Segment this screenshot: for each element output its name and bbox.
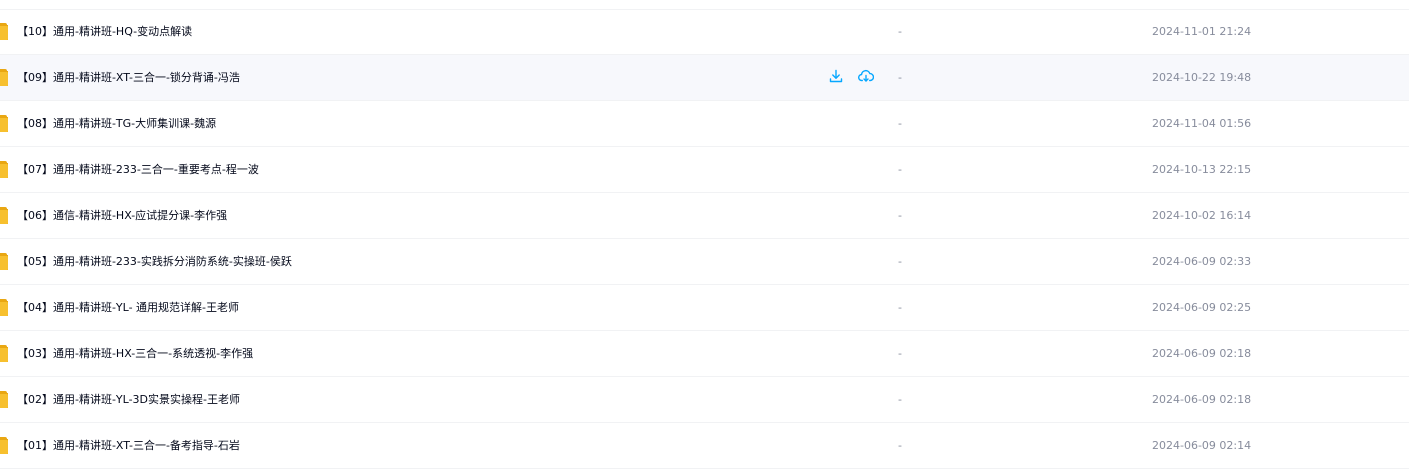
file-size: - — [898, 117, 902, 130]
folder-icon — [0, 69, 8, 86]
file-size: - — [898, 71, 902, 84]
file-name[interactable]: 【08】通用-精讲班-TG-大师集训课-魏源 — [17, 101, 216, 146]
download-icon — [829, 69, 843, 83]
file-modified-date: 2024-06-09 02:18 — [1152, 347, 1252, 360]
file-name[interactable]: 【02】通用-精讲班-YL-3D实景实操程-王老师 — [17, 377, 240, 422]
file-size: - — [898, 163, 902, 176]
file-size: - — [898, 301, 902, 314]
file-name[interactable]: 【09】通用-精讲班-XT-三合一-锁分背诵-冯浩 — [17, 55, 240, 100]
file-modified-date: 2024-10-13 22:15 — [1152, 163, 1252, 176]
file-row[interactable]: 【07】通用-精讲班-233-三合一-重要考点-程一波 - 2024-10-13… — [0, 147, 1409, 193]
file-name[interactable]: 【05】通用-精讲班-233-实践拆分消防系统-实操班-侯跃 — [17, 239, 292, 284]
cloud-save-icon — [858, 69, 874, 83]
file-name[interactable]: 【07】通用-精讲班-233-三合一-重要考点-程一波 — [17, 147, 259, 192]
folder-icon — [0, 23, 8, 40]
file-name[interactable]: 【04】通用-精讲班-YL- 通用规范详解-王老师 — [17, 285, 239, 330]
folder-icon — [0, 299, 8, 316]
folder-icon — [0, 345, 8, 362]
folder-icon — [0, 253, 8, 270]
file-modified-date: 2024-11-04 01:56 — [1152, 117, 1252, 130]
file-row[interactable]: 【08】通用-精讲班-TG-大师集训课-魏源 - 2024-11-04 01:5… — [0, 101, 1409, 147]
file-list: 【10】通用-精讲班-HQ-变动点解读 - 2024-11-01 21:24 【… — [0, 9, 1409, 469]
file-row[interactable]: 【10】通用-精讲班-HQ-变动点解读 - 2024-11-01 21:24 — [0, 9, 1409, 55]
file-size: - — [898, 209, 902, 222]
file-name[interactable]: 【06】通信-精讲班-HX-应试提分课-李作强 — [17, 193, 227, 238]
file-name[interactable]: 【03】通用-精讲班-HX-三合一-系统透视-李作强 — [17, 331, 253, 376]
file-row[interactable]: 【06】通信-精讲班-HX-应试提分课-李作强 - 2024-10-02 16:… — [0, 193, 1409, 239]
file-size: - — [898, 25, 902, 38]
file-modified-date: 2024-10-02 16:14 — [1152, 209, 1252, 222]
folder-icon — [0, 437, 8, 454]
folder-icon — [0, 207, 8, 224]
file-modified-date: 2024-11-01 21:24 — [1152, 25, 1252, 38]
folder-icon — [0, 161, 8, 178]
file-modified-date: 2024-06-09 02:33 — [1152, 255, 1252, 268]
file-size: - — [898, 255, 902, 268]
file-size: - — [898, 439, 902, 452]
file-row[interactable]: 【02】通用-精讲班-YL-3D实景实操程-王老师 - 2024-06-09 0… — [0, 377, 1409, 423]
file-row[interactable]: 【09】通用-精讲班-XT-三合一-锁分背诵-冯浩 - 2024-10-22 1… — [0, 55, 1409, 101]
file-size: - — [898, 347, 902, 360]
row-actions — [828, 68, 874, 84]
folder-icon — [0, 115, 8, 132]
file-row[interactable]: 【04】通用-精讲班-YL- 通用规范详解-王老师 - 2024-06-09 0… — [0, 285, 1409, 331]
download-button[interactable] — [828, 68, 844, 84]
file-row[interactable]: 【03】通用-精讲班-HX-三合一-系统透视-李作强 - 2024-06-09 … — [0, 331, 1409, 377]
file-modified-date: 2024-06-09 02:18 — [1152, 393, 1252, 406]
file-row[interactable]: 【01】通用-精讲班-XT-三合一-备考指导-石岩 - 2024-06-09 0… — [0, 423, 1409, 469]
file-name[interactable]: 【10】通用-精讲班-HQ-变动点解读 — [17, 9, 192, 54]
file-modified-date: 2024-10-22 19:48 — [1152, 71, 1252, 84]
file-name[interactable]: 【01】通用-精讲班-XT-三合一-备考指导-石岩 — [17, 423, 240, 468]
file-row[interactable]: 【05】通用-精讲班-233-实践拆分消防系统-实操班-侯跃 - 2024-06… — [0, 239, 1409, 285]
file-modified-date: 2024-06-09 02:14 — [1152, 439, 1252, 452]
cloud-save-button[interactable] — [858, 68, 874, 84]
folder-icon — [0, 391, 8, 408]
file-size: - — [898, 393, 902, 406]
file-modified-date: 2024-06-09 02:25 — [1152, 301, 1252, 314]
